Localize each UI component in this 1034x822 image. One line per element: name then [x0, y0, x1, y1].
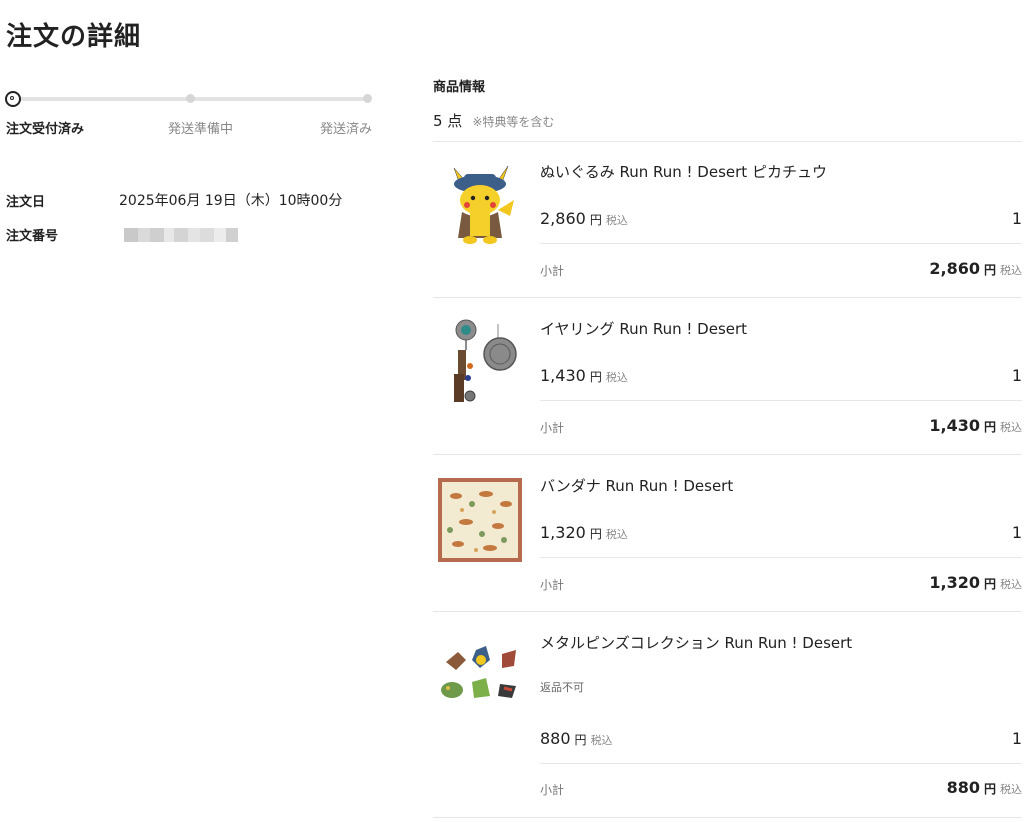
product-price: 1,430 円税込 — [540, 366, 628, 385]
tax-label: 税込 — [605, 371, 628, 384]
divider — [433, 297, 1022, 298]
divider — [540, 400, 1022, 401]
step-label-received: 注文受付済み — [6, 122, 85, 137]
subtotal-label: 小計 — [540, 264, 565, 278]
order-number-redacted — [124, 228, 238, 242]
tax-label: 税込 — [605, 214, 628, 227]
page-title: 注文の詳細 — [6, 22, 142, 52]
divider — [540, 557, 1022, 558]
plush-pikachu-image — [453, 165, 514, 244]
currency-label: 円 — [589, 370, 602, 384]
subtotal-label: 小計 — [540, 783, 565, 797]
subtotal-label: 小計 — [540, 421, 565, 435]
order-date-label: 注文日 — [6, 195, 46, 210]
product-name[interactable]: バンダナ Run Run ! Desert — [540, 475, 733, 496]
currency-label: 円 — [589, 213, 602, 227]
tax-label: 税込 — [1000, 783, 1022, 796]
bandana-image — [438, 478, 522, 562]
tax-label: 税込 — [1000, 264, 1022, 277]
product-quantity: 1 — [1011, 729, 1022, 748]
earring-image — [454, 319, 517, 402]
step-label-preparing: 発送準備中 — [168, 122, 234, 137]
subtotal-label: 小計 — [540, 578, 565, 592]
product-price: 880 円税込 — [540, 729, 613, 748]
subtotal-amount: 2,860 — [929, 259, 980, 278]
progress-dot — [363, 94, 372, 103]
step-label-shipped: 発送済み — [320, 122, 373, 137]
currency-label: 円 — [983, 782, 996, 796]
subtotal-amount: 1,320 — [929, 573, 980, 592]
price-value: 1,430 — [540, 366, 586, 385]
price-value: 2,860 — [540, 209, 586, 228]
order-number-label: 注文番号 — [6, 229, 59, 244]
subtotal-amount: 1,430 — [929, 416, 980, 435]
price-value: 1,320 — [540, 523, 586, 542]
tax-label: 税込 — [605, 528, 628, 541]
divider — [433, 817, 1022, 818]
product-count-note: ※特典等を含む — [472, 115, 555, 129]
divider — [540, 763, 1022, 764]
product-section-title: 商品情報 — [433, 80, 486, 95]
currency-label: 円 — [983, 420, 996, 434]
product-quantity: 1 — [1011, 523, 1022, 542]
product-name[interactable]: ぬいぐるみ Run Run ! Desert ピカチュウ — [540, 161, 827, 182]
order-date-value: 2025年06月 19日（木）10時00分 — [119, 193, 343, 209]
divider — [540, 243, 1022, 244]
product-name[interactable]: イヤリング Run Run ! Desert — [540, 318, 747, 339]
product-name[interactable]: メタルピンズコレクション Run Run ! Desert — [540, 632, 852, 653]
product-price: 1,320 円税込 — [540, 523, 628, 542]
product-count-value: 5 点 — [433, 112, 463, 130]
divider — [433, 454, 1022, 455]
non-returnable-note: 返品不可 — [540, 681, 584, 694]
tax-label: 税込 — [1000, 421, 1022, 434]
subtotal-value: 880 円税込 — [947, 778, 1022, 797]
divider — [433, 141, 1022, 142]
progress-dot — [186, 94, 195, 103]
subtotal-value: 2,860 円税込 — [929, 259, 1022, 278]
subtotal-value: 1,320 円税込 — [929, 573, 1022, 592]
price-value: 880 — [540, 729, 571, 748]
product-quantity: 1 — [1011, 366, 1022, 385]
currency-label: 円 — [983, 263, 996, 277]
divider — [433, 611, 1022, 612]
subtotal-value: 1,430 円税込 — [929, 416, 1022, 435]
tax-label: 税込 — [590, 734, 613, 747]
metal-pins-image — [441, 646, 516, 698]
progress-current-dot — [5, 91, 21, 107]
product-count: 5 点 ※特典等を含む — [433, 110, 554, 131]
currency-label: 円 — [574, 733, 587, 747]
tax-label: 税込 — [1000, 578, 1022, 591]
product-quantity: 1 — [1011, 209, 1022, 228]
subtotal-amount: 880 — [946, 778, 980, 797]
currency-label: 円 — [589, 527, 602, 541]
product-price: 2,860 円税込 — [540, 209, 628, 228]
currency-label: 円 — [983, 577, 996, 591]
